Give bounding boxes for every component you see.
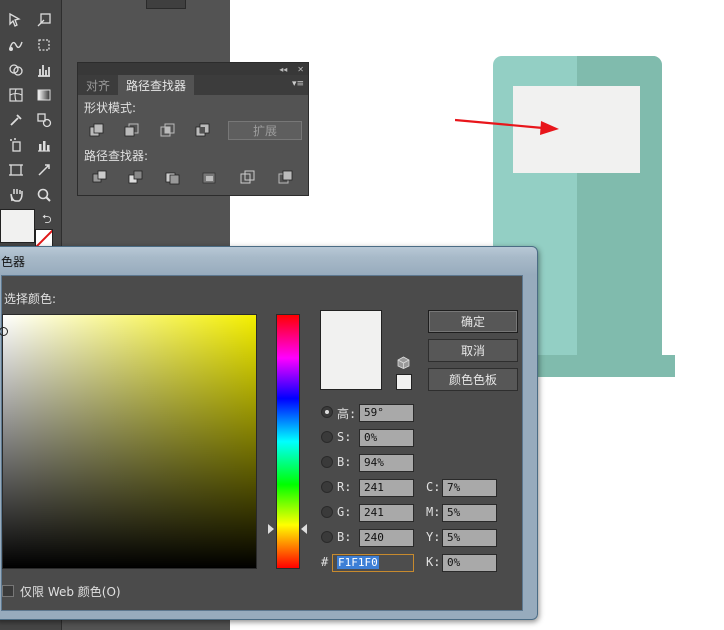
color-picker-dialog: 色器 选择颜色: 确定 取消 颜色色板 高: 59° S: 0% B: 94% … <box>0 246 538 620</box>
color-field-marker[interactable] <box>0 327 8 336</box>
color-swatches-button[interactable]: 颜色色板 <box>428 368 518 391</box>
column-graph-icon[interactable] <box>30 133 58 157</box>
unite-icon <box>89 123 103 136</box>
color-field[interactable] <box>0 314 257 569</box>
web-safe-cube-icon[interactable] <box>397 356 410 369</box>
dialog-body: 选择颜色: 确定 取消 颜色色板 高: 59° S: 0% B: 94% R: … <box>0 275 523 611</box>
hex-input[interactable]: F1F1F0 <box>332 554 414 572</box>
collapse-panel-icon[interactable]: ◂◂ <box>279 65 287 74</box>
trim-icon <box>128 170 142 183</box>
intersect-button[interactable] <box>156 120 178 140</box>
brightness-radio[interactable] <box>321 456 333 468</box>
blue-label: B: <box>337 530 352 544</box>
shape-builder-icon[interactable] <box>2 58 30 82</box>
outline-icon <box>240 170 254 183</box>
web-colors-only-label: 仅限 Web 颜色(O) <box>20 585 121 599</box>
blue-radio[interactable] <box>321 531 333 543</box>
artboard-icon[interactable] <box>2 158 30 182</box>
black-label: K: <box>426 555 441 569</box>
panel-tabs: 对齐 路径查找器 ▾≡ <box>78 75 308 95</box>
red-input[interactable]: 241 <box>359 479 414 497</box>
color-preview <box>320 310 382 390</box>
minus-front-button[interactable] <box>120 120 142 140</box>
exclude-icon <box>195 123 209 136</box>
merge-icon <box>165 172 179 184</box>
cancel-button[interactable]: 取消 <box>428 339 518 362</box>
hex-prefix: # <box>321 555 329 569</box>
fill-color-swatch[interactable] <box>0 209 35 243</box>
tab-pathfinder[interactable]: 路径查找器 <box>118 75 195 95</box>
intersect-icon <box>160 123 174 136</box>
slice-icon[interactable] <box>30 158 58 182</box>
symbol-sprayer-icon[interactable] <box>2 133 30 157</box>
hand-icon[interactable] <box>2 183 30 207</box>
graph-icon[interactable] <box>30 58 58 82</box>
magenta-label: M: <box>426 505 441 519</box>
black-input[interactable]: 0% <box>442 554 497 572</box>
outline-button[interactable] <box>236 167 258 187</box>
mesh-icon[interactable] <box>2 83 30 107</box>
hue-slider-right-handle[interactable] <box>301 524 307 534</box>
hue-radio[interactable] <box>321 406 333 418</box>
red-arrow-annotation <box>455 118 559 135</box>
swap-fill-stroke-icon[interactable]: ⮌ <box>42 210 52 231</box>
gradient-icon[interactable] <box>30 83 58 107</box>
trim-button[interactable] <box>124 167 146 187</box>
divide-button[interactable] <box>88 167 110 187</box>
zoom-icon[interactable] <box>30 183 58 207</box>
blend-icon[interactable] <box>30 108 58 132</box>
minus-back-icon <box>278 170 292 183</box>
unite-button[interactable] <box>85 120 107 140</box>
panel-stub <box>146 0 186 9</box>
cyan-label: C: <box>426 480 441 494</box>
minus-back-button[interactable] <box>274 167 296 187</box>
web-safe-swatch[interactable] <box>396 374 412 390</box>
yellow-label: Y: <box>426 530 441 544</box>
expand-button[interactable]: 扩展 <box>228 121 302 140</box>
magenta-input[interactable]: 5% <box>442 504 497 522</box>
exclude-button[interactable] <box>191 120 213 140</box>
hex-value: F1F1F0 <box>337 556 379 569</box>
shape-modes-label: 形状模式: <box>84 101 137 115</box>
panel-title-bar[interactable]: ◂◂ ✕ <box>78 63 308 75</box>
minus-front-icon <box>124 123 138 136</box>
pathfinders-label: 路径查找器: <box>84 149 149 163</box>
green-input[interactable]: 241 <box>359 504 414 522</box>
crop-pathfinder-icon <box>202 172 215 183</box>
ok-button[interactable]: 确定 <box>428 310 518 333</box>
red-radio[interactable] <box>321 481 333 493</box>
red-label: R: <box>337 480 352 494</box>
web-colors-only-checkbox[interactable] <box>2 585 14 597</box>
crop-pathfinder-button[interactable] <box>198 167 220 187</box>
free-transform-icon[interactable] <box>30 8 58 32</box>
crop-icon[interactable] <box>30 33 58 57</box>
cyan-input[interactable]: 7% <box>442 479 497 497</box>
hue-slider-left-handle[interactable] <box>268 524 274 534</box>
saturation-label: S: <box>337 430 352 444</box>
direct-selection-icon[interactable] <box>2 8 30 32</box>
hue-input[interactable]: 59° <box>359 404 414 422</box>
brightness-input[interactable]: 94% <box>359 454 414 472</box>
hue-slider[interactable] <box>276 314 300 569</box>
saturation-input[interactable]: 0% <box>359 429 414 447</box>
green-label: G: <box>337 505 352 519</box>
merge-button[interactable] <box>161 167 183 187</box>
dialog-title: 色器 <box>1 255 26 269</box>
yellow-input[interactable]: 5% <box>442 529 497 547</box>
select-color-label: 选择颜色: <box>4 292 57 306</box>
divide-icon <box>92 170 106 182</box>
warp-icon[interactable] <box>2 33 30 57</box>
panel-menu-icon[interactable]: ▾≡ <box>292 79 304 89</box>
stroke-none-swatch[interactable] <box>35 229 53 247</box>
hue-label: 高: <box>337 407 357 421</box>
close-panel-icon[interactable]: ✕ <box>297 65 304 74</box>
blue-input[interactable]: 240 <box>359 529 414 547</box>
saturation-radio[interactable] <box>321 431 333 443</box>
tab-align[interactable]: 对齐 <box>78 75 118 95</box>
eyedropper-icon[interactable] <box>2 108 30 132</box>
green-radio[interactable] <box>321 506 333 518</box>
brightness-label: B: <box>337 455 352 469</box>
pathfinder-panel: ◂◂ ✕ 对齐 路径查找器 ▾≡ 形状模式: 扩展 路径查找器: <box>77 62 309 196</box>
